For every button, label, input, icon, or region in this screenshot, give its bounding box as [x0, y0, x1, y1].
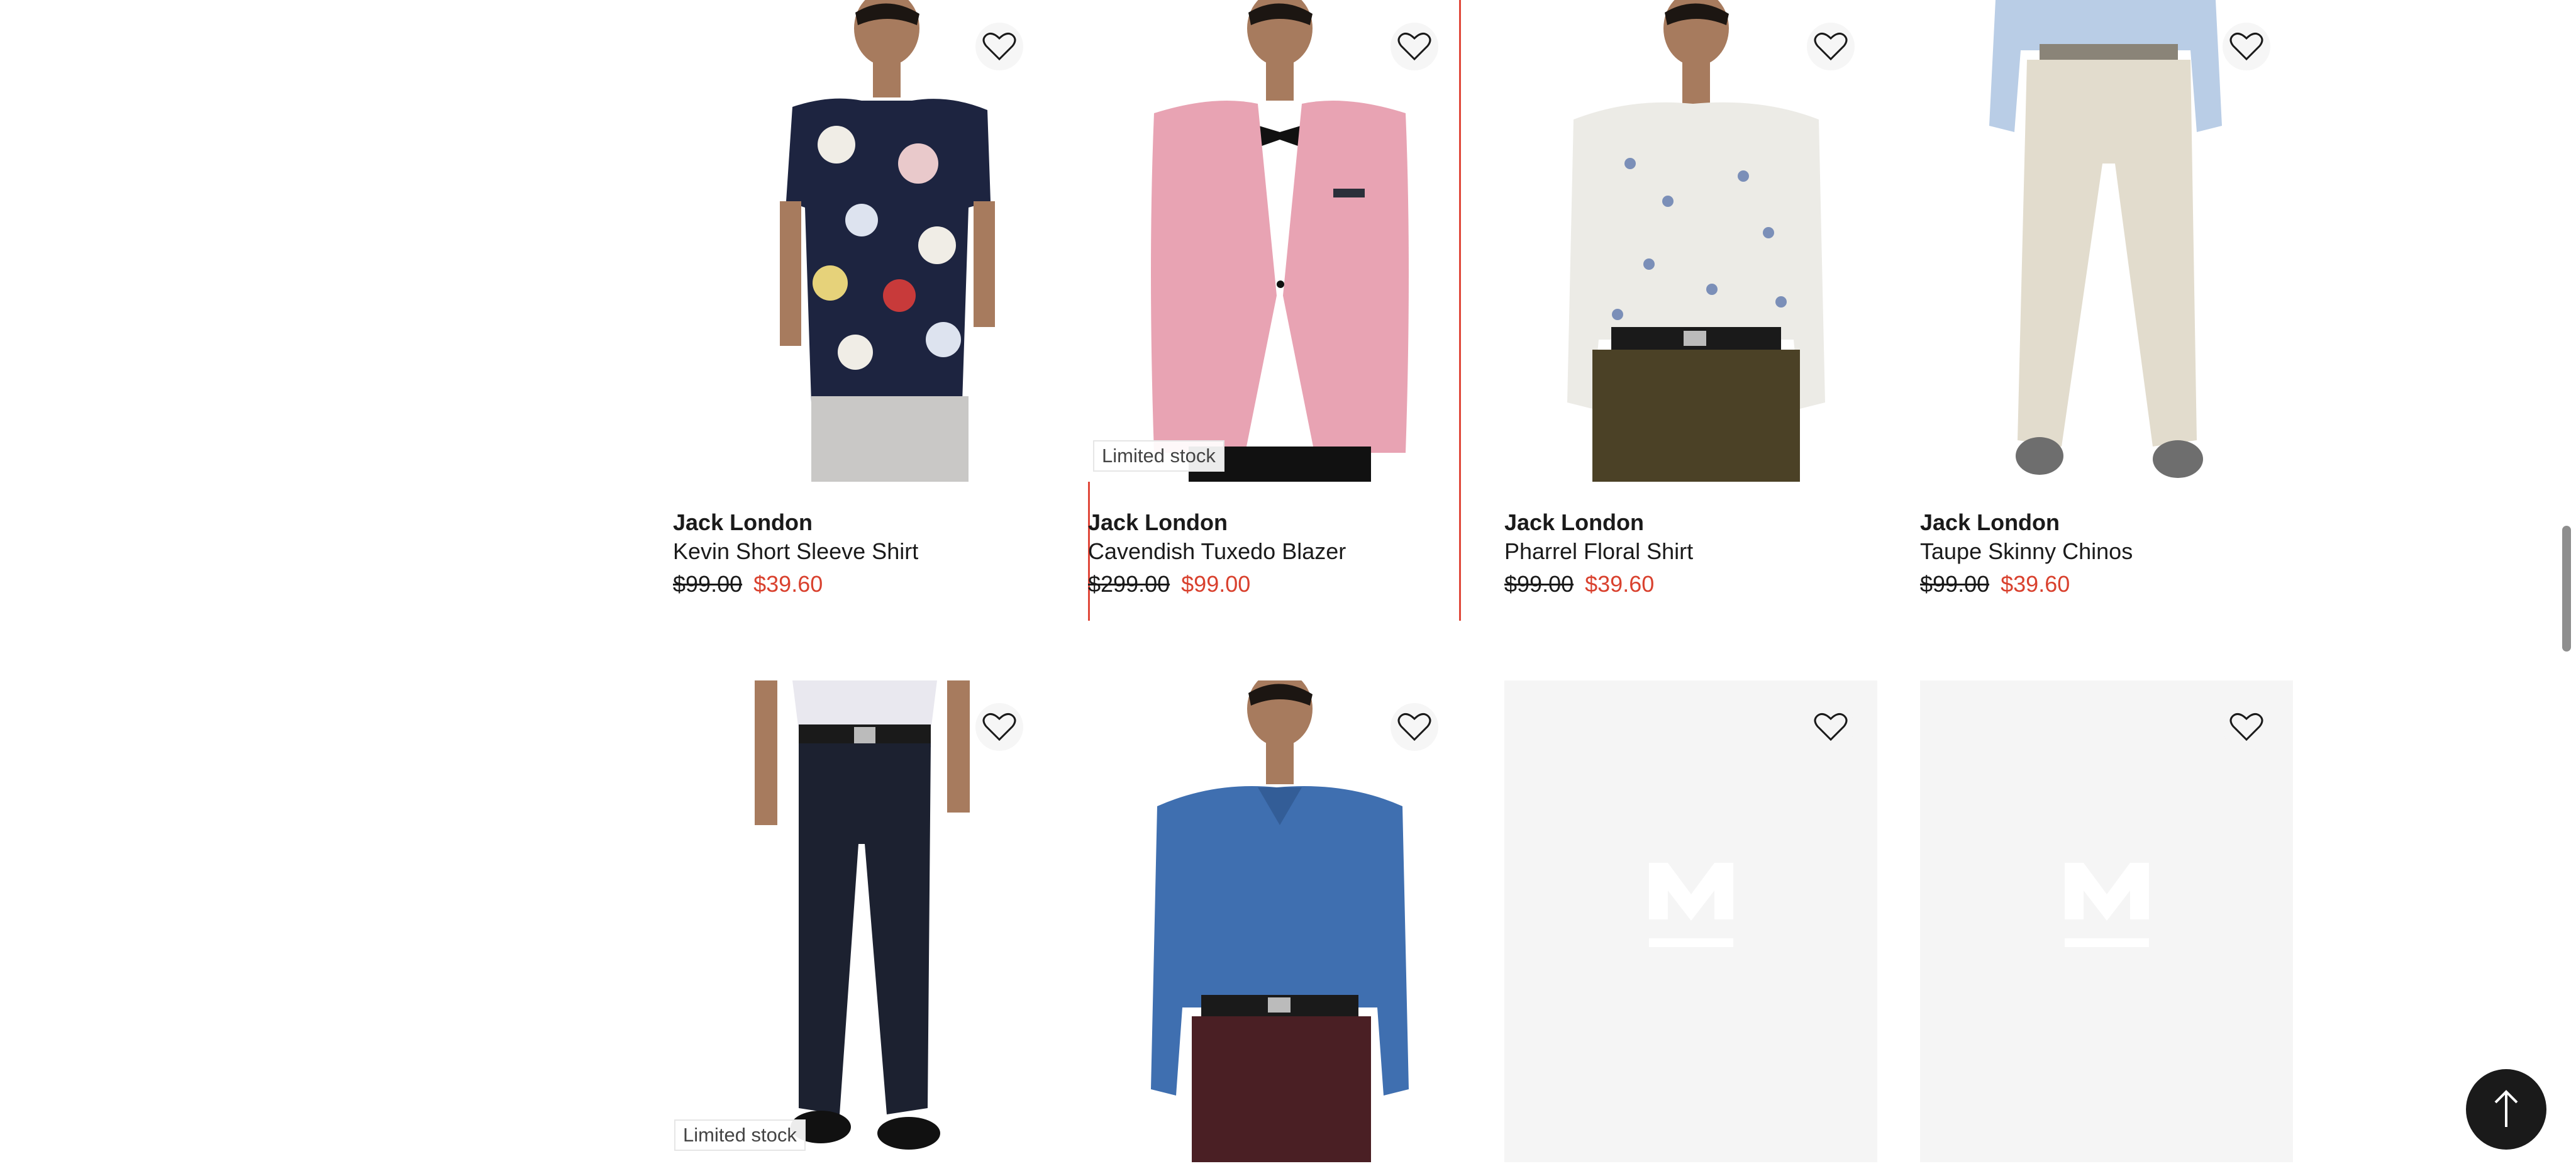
heart-icon [1397, 32, 1431, 61]
product-grid: Jack London Kevin Short Sleeve Shirt $99… [673, 0, 2294, 1171]
wishlist-button[interactable] [2223, 23, 2270, 70]
product-info[interactable]: Jack London Pharrel Floral Shirt $99.00 … [1504, 508, 1877, 599]
product-price: $99.00 $39.60 [1920, 570, 2293, 599]
product-photo [1088, 680, 1461, 1162]
wishlist-button[interactable] [1391, 703, 1438, 751]
product-brand: Jack London [1088, 509, 1228, 535]
product-brand: Jack London [1920, 509, 2060, 535]
limited-stock-badge: Limited stock [674, 1119, 806, 1151]
product-brand: Jack London [1504, 509, 1645, 535]
heart-icon [1814, 32, 1848, 61]
product-card[interactable]: Jack London Taupe Skinny Chinos $99.00 $… [1920, 0, 2293, 621]
product-name[interactable]: Kevin Short Sleeve Shirt [673, 537, 1046, 566]
product-photo [673, 680, 1046, 1162]
product-photo [1088, 0, 1461, 482]
wishlist-button[interactable] [2223, 703, 2270, 751]
heart-icon [1397, 713, 1431, 741]
product-photo [673, 0, 1046, 482]
heart-icon [2229, 713, 2263, 741]
m-logo-icon [1649, 863, 1733, 947]
product-image[interactable]: Limited stock [1088, 0, 1461, 482]
product-photo [1504, 0, 1877, 482]
heart-icon [982, 32, 1016, 61]
sale-price: $39.60 [1585, 571, 1655, 597]
product-card[interactable] [1920, 680, 2293, 1171]
product-image[interactable] [1088, 680, 1461, 1162]
arrow-up-icon [2494, 1090, 2518, 1127]
limited-stock-badge: Limited stock [1093, 440, 1224, 472]
heart-icon [1814, 713, 1848, 741]
wishlist-button[interactable] [1807, 23, 1855, 70]
product-card[interactable]: Jack London Kevin Short Sleeve Shirt $99… [673, 0, 1046, 621]
product-name[interactable]: Taupe Skinny Chinos [1920, 537, 2293, 566]
product-card[interactable]: Jack London Pharrel Floral Shirt $99.00 … [1504, 0, 1877, 621]
original-price: $99.00 [1920, 571, 1990, 597]
heart-icon [982, 713, 1016, 741]
product-image[interactable]: Limited stock [673, 680, 1046, 1162]
product-name[interactable]: Pharrel Floral Shirt [1504, 537, 1877, 566]
image-placeholder[interactable] [1920, 680, 2293, 1162]
scrollbar-thumb[interactable] [2562, 526, 2571, 652]
product-info[interactable]: Jack London Cavendish Tuxedo Blazer $299… [1088, 508, 1461, 599]
image-placeholder[interactable] [1504, 680, 1877, 1162]
sale-price: $39.60 [753, 571, 823, 597]
wishlist-button[interactable] [1807, 703, 1855, 751]
product-price: $99.00 $39.60 [673, 570, 1046, 599]
wishlist-button[interactable] [1391, 23, 1438, 70]
wishlist-button[interactable] [975, 703, 1023, 751]
product-photo [1920, 0, 2293, 482]
m-logo-icon [2065, 863, 2149, 947]
product-info[interactable]: Jack London Taupe Skinny Chinos $99.00 $… [1920, 508, 2293, 599]
product-info[interactable]: Jack London Kevin Short Sleeve Shirt $99… [673, 508, 1046, 599]
heart-icon [2229, 32, 2263, 61]
sale-price: $99.00 [1181, 571, 1251, 597]
wishlist-button[interactable] [975, 23, 1023, 70]
product-card[interactable] [1504, 680, 1877, 1171]
sale-price: $39.60 [2001, 571, 2070, 597]
product-brand: Jack London [673, 509, 813, 535]
original-price: $99.00 [1504, 571, 1574, 597]
product-card[interactable] [1088, 680, 1461, 1171]
product-card-selected[interactable]: Limited stock Jack London Cavendish Tuxe… [1088, 0, 1461, 621]
product-price: $99.00 $39.60 [1504, 570, 1877, 599]
product-price: $299.00 $99.00 [1088, 570, 1461, 599]
product-image[interactable] [1504, 0, 1877, 482]
back-to-top-button[interactable] [2466, 1069, 2546, 1150]
original-price: $299.00 [1088, 571, 1170, 597]
product-image[interactable] [1920, 0, 2293, 482]
product-card[interactable]: Limited stock [673, 680, 1046, 1171]
original-price: $99.00 [673, 571, 743, 597]
product-image[interactable] [673, 0, 1046, 482]
product-name[interactable]: Cavendish Tuxedo Blazer [1088, 537, 1461, 566]
